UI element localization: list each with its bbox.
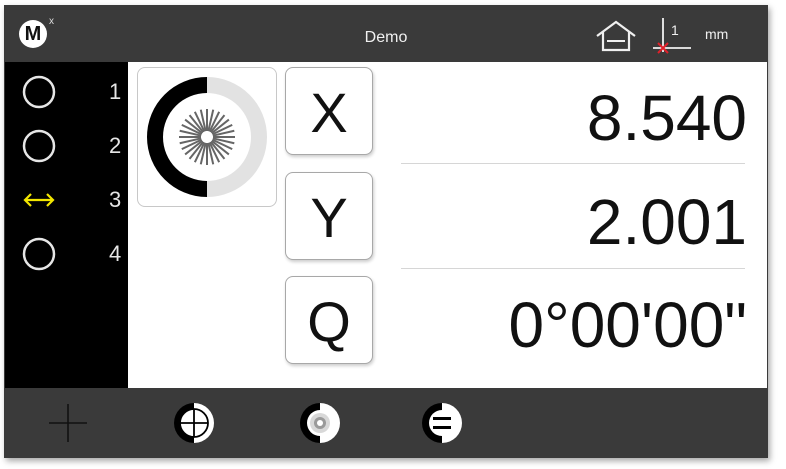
sidebar-slot-1[interactable]: 1	[5, 66, 128, 118]
circle-icon	[22, 129, 56, 163]
axis-y-readout: 2.001	[586, 186, 747, 258]
axis-x-button[interactable]: X	[285, 67, 373, 155]
circle-icon	[22, 75, 56, 109]
probe-target-icon	[147, 77, 267, 197]
double-arrow-icon	[23, 193, 55, 207]
row-divider	[401, 163, 745, 164]
origin-marker-icon[interactable]: 1	[649, 16, 693, 56]
sidebar-slot-3[interactable]: 3	[5, 174, 128, 226]
axis-y-button[interactable]: Y	[285, 172, 373, 260]
units-label[interactable]: mm	[705, 24, 728, 44]
feature-sidebar: 1 2 3 4	[5, 62, 128, 388]
sidebar-slot-4[interactable]: 4	[5, 228, 128, 280]
probe-status-panel[interactable]	[137, 67, 277, 207]
app-window: M x Demo 1 mm 1 2 3 4 X 8.540 Y 2.001 Q …	[4, 5, 768, 458]
slot-number: 4	[109, 241, 122, 266]
circle-icon	[22, 237, 56, 271]
bottom-toolbar	[5, 388, 767, 457]
row-divider	[401, 268, 745, 269]
home-icon[interactable]	[595, 20, 637, 52]
axis-x-readout: 8.540	[586, 82, 747, 154]
title-bar: M x Demo 1 mm	[5, 6, 767, 62]
crosshair-icon[interactable]	[45, 400, 91, 446]
half-circle-equals-icon[interactable]	[419, 400, 465, 446]
half-circle-target-icon[interactable]	[297, 400, 343, 446]
axis-q-button[interactable]: Q	[285, 276, 373, 364]
sidebar-slot-2[interactable]: 2	[5, 120, 128, 172]
axis-q-readout: 0°00'00"	[508, 289, 748, 361]
origin-label: 1	[671, 22, 679, 38]
half-circle-crosshair-icon[interactable]	[171, 400, 217, 446]
slot-number: 3	[109, 187, 122, 212]
slot-number: 1	[109, 79, 122, 104]
slot-number: 2	[109, 133, 122, 158]
